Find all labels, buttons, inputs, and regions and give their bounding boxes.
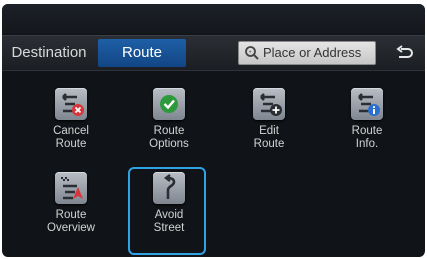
search-icon: +	[245, 46, 259, 60]
search-placeholder: Place or Address	[263, 45, 362, 60]
back-button[interactable]	[388, 39, 422, 67]
avoid-street-label-1: Avoid	[154, 209, 184, 221]
screen: Destination Route + Place or Address Can…	[2, 4, 425, 257]
route-overview-button[interactable]: Route Overview	[25, 168, 117, 246]
edit-route-icon	[253, 88, 285, 120]
edit-route-label-1: Edit	[259, 125, 279, 137]
tab-destination[interactable]: Destination	[2, 39, 96, 67]
tab-route[interactable]: Route	[98, 39, 186, 67]
cancel-route-label-2: Route	[55, 138, 87, 150]
back-arrow-icon	[396, 45, 413, 58]
route-overview-label-1: Route	[55, 209, 87, 221]
status-area	[2, 4, 425, 34]
cancel-route-button[interactable]: Cancel Route	[25, 84, 117, 162]
svg-text:+: +	[249, 50, 252, 56]
search-field[interactable]: + Place or Address	[238, 41, 376, 65]
route-options-label-2: Options	[149, 138, 189, 150]
avoid-street-label-2: Street	[153, 222, 185, 234]
cancel-route-label-1: Cancel	[53, 125, 89, 137]
tab-bar: Destination Route + Place or Address	[2, 35, 425, 71]
route-info-button[interactable]: Route Info.	[321, 84, 413, 162]
route-info-label-2: Info.	[355, 138, 379, 150]
route-options-label-1: Route	[153, 125, 185, 137]
avoid-street-button[interactable]: Avoid Street	[123, 168, 215, 246]
edit-route-button[interactable]: Edit Route	[223, 84, 315, 162]
avoid-street-icon	[153, 172, 185, 204]
route-menu: Cancel Route Route Options Edit Route Ro…	[2, 70, 425, 257]
route-overview-label-2: Overview	[47, 222, 95, 234]
route-options-check-icon	[153, 88, 185, 120]
cancel-route-icon	[55, 88, 87, 120]
route-info-icon	[351, 88, 383, 120]
route-options-button[interactable]: Route Options	[123, 84, 215, 162]
route-info-label-1: Route	[351, 125, 383, 137]
route-overview-icon	[55, 172, 87, 204]
edit-route-label-2: Route	[253, 138, 285, 150]
